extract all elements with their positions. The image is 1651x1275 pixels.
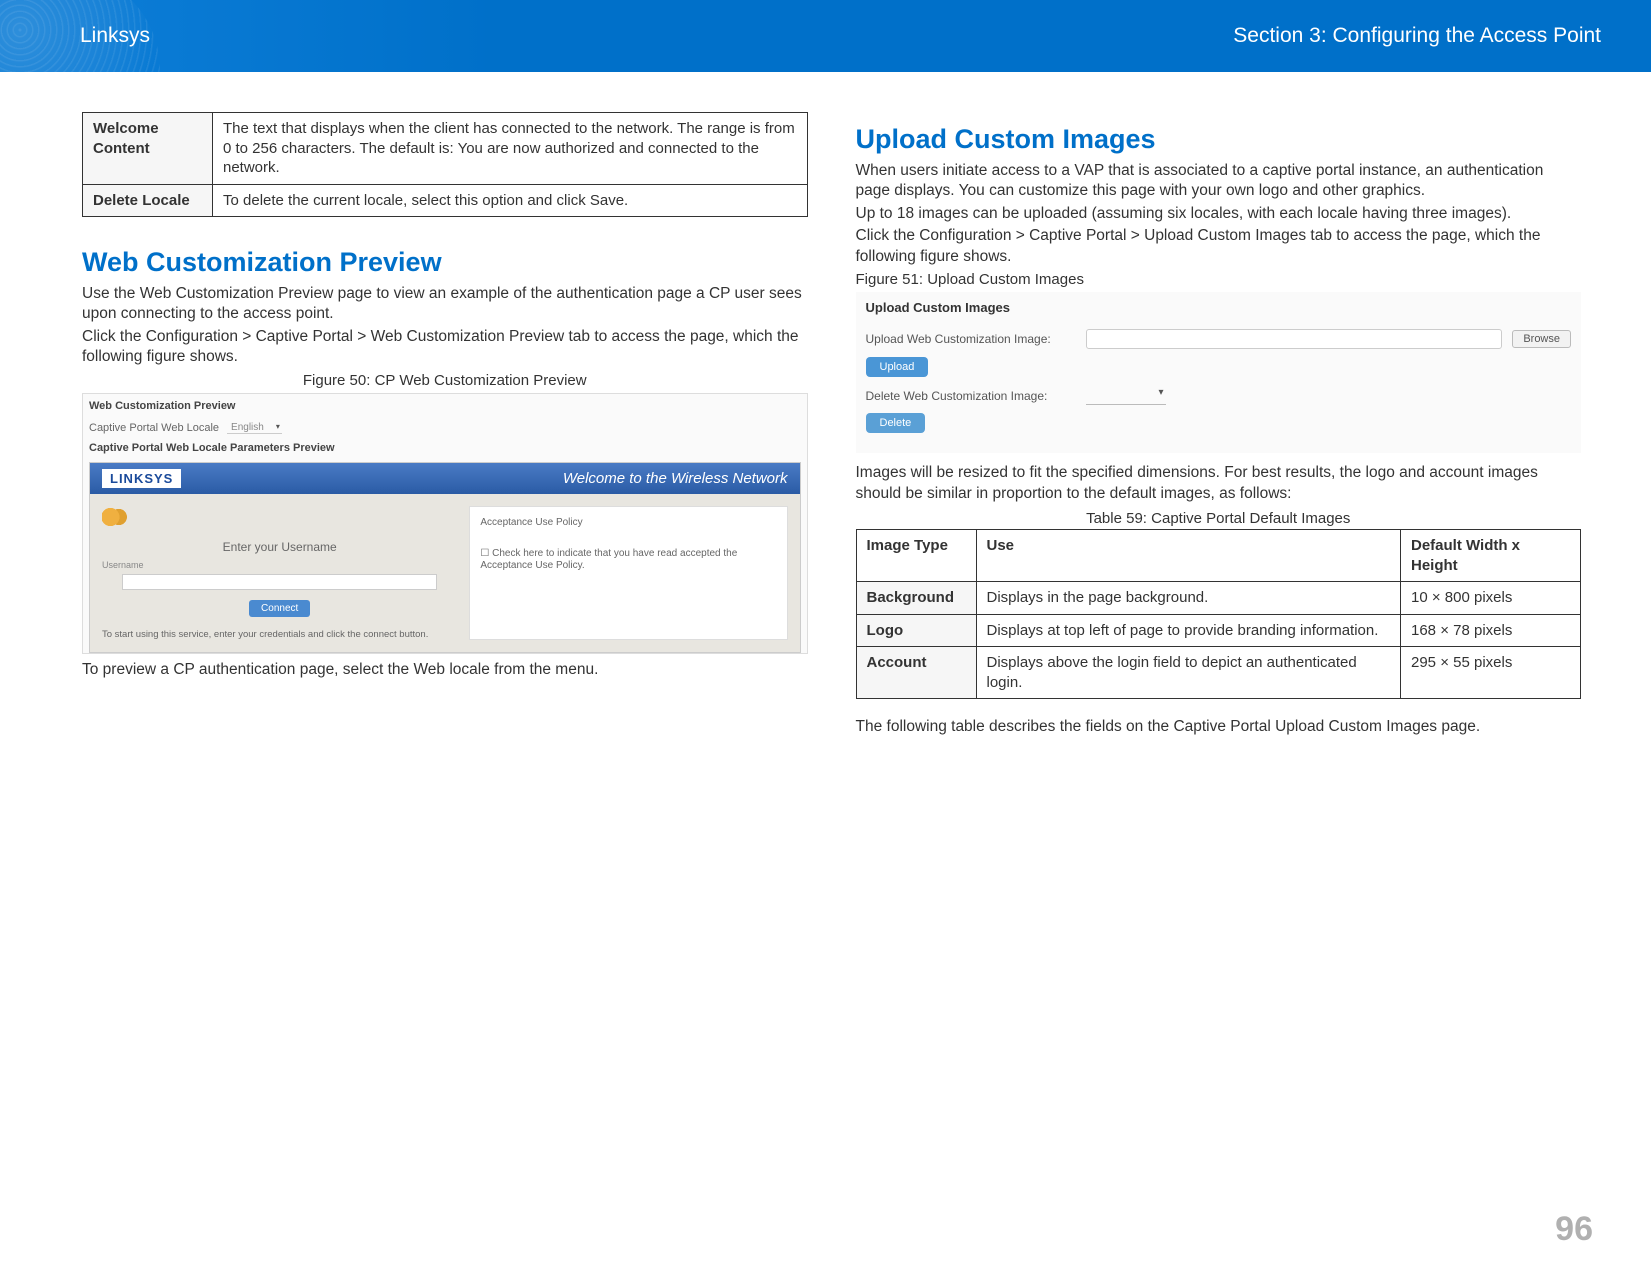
figure-caption: Figure 50: CP Web Customization Preview: [82, 372, 808, 389]
upload-label: Upload Web Customization Image:: [866, 332, 1076, 346]
table-row: Logo Displays at top left of page to pro…: [856, 614, 1581, 647]
cell-use: Displays above the login field to depict…: [976, 647, 1401, 699]
linksys-logo: LINKSYS: [102, 469, 181, 488]
preview-pane: LINKSYS Welcome to the Wireless Network …: [89, 462, 801, 653]
table-header-row: Image Type Use Default Width x Height: [856, 530, 1581, 582]
delete-row: Delete Web Customization Image:: [866, 387, 1572, 405]
account-icon: [102, 506, 130, 528]
delete-select[interactable]: [1086, 387, 1166, 405]
locale-select[interactable]: English: [227, 422, 282, 434]
username-input[interactable]: [122, 574, 437, 590]
delete-button[interactable]: Delete: [866, 413, 926, 433]
locale-row: Captive Portal Web Locale English: [89, 422, 801, 434]
body-text: Use the Web Customization Preview page t…: [82, 284, 808, 325]
body-text: Up to 18 images can be uploaded (assumin…: [856, 204, 1582, 224]
brand-name: Linksys: [80, 24, 150, 48]
welcome-banner: Welcome to the Wireless Network: [563, 470, 788, 487]
table-caption: Table 59: Captive Portal Default Images: [856, 510, 1582, 527]
definitions-table: Welcome Content The text that displays w…: [82, 112, 808, 217]
cell-dim: 168 × 78 pixels: [1401, 614, 1581, 647]
cell-type: Account: [856, 647, 976, 699]
policy-checkbox-label[interactable]: Check here to indicate that you have rea…: [480, 548, 776, 572]
section-heading-web-preview: Web Customization Preview: [82, 247, 808, 278]
col-use: Use: [976, 530, 1401, 582]
right-column: Upload Custom Images When users initiate…: [856, 112, 1582, 740]
cell-use: Displays in the page background.: [976, 582, 1401, 615]
body-text: When users initiate access to a VAP that…: [856, 161, 1582, 202]
def-text: To delete the current locale, select thi…: [213, 184, 808, 217]
cell-use: Displays at top left of page to provide …: [976, 614, 1401, 647]
section-title: Section 3: Configuring the Access Point: [1233, 24, 1601, 48]
figure-screenshot-upload: Upload Custom Images Upload Web Customiz…: [856, 292, 1582, 453]
def-text: The text that displays when the client h…: [213, 113, 808, 185]
upload-row: Upload Web Customization Image: Browse: [866, 329, 1572, 349]
connect-button[interactable]: Connect: [249, 600, 310, 617]
instruction-text: To start using this service, enter your …: [102, 629, 457, 640]
preview-right-pane: Acceptance Use Policy Check here to indi…: [469, 506, 787, 640]
table-row: Delete Locale To delete the current loca…: [83, 184, 808, 217]
figure-caption: Figure 51: Upload Custom Images: [856, 271, 1582, 288]
page-body: Welcome Content The text that displays w…: [0, 72, 1651, 760]
figure-screenshot-preview: Web Customization Preview Captive Portal…: [82, 393, 808, 654]
locale-label: Captive Portal Web Locale: [89, 422, 219, 434]
table-row: Welcome Content The text that displays w…: [83, 113, 808, 185]
cell-dim: 295 × 55 pixels: [1401, 647, 1581, 699]
cell-type: Background: [856, 582, 976, 615]
username-label: Username: [102, 560, 457, 570]
default-images-table: Image Type Use Default Width x Height Ba…: [856, 529, 1582, 699]
upload-button[interactable]: Upload: [866, 357, 929, 377]
def-label: Delete Locale: [83, 184, 213, 217]
enter-username-label: Enter your Username: [102, 540, 457, 554]
preview-header-bar: LINKSYS Welcome to the Wireless Network: [90, 463, 800, 494]
body-text: Click the Configuration > Captive Portal…: [82, 327, 808, 368]
params-label: Captive Portal Web Locale Parameters Pre…: [89, 442, 801, 454]
cell-dim: 10 × 800 pixels: [1401, 582, 1581, 615]
preview-main: Enter your Username Username Connect To …: [90, 494, 800, 652]
page-header: Linksys Section 3: Configuring the Acces…: [0, 0, 1651, 72]
def-label: Welcome Content: [83, 113, 213, 185]
screenshot-title: Web Customization Preview: [89, 400, 801, 412]
col-image-type: Image Type: [856, 530, 976, 582]
table-row: Background Displays in the page backgrou…: [856, 582, 1581, 615]
left-column: Welcome Content The text that displays w…: [82, 112, 808, 740]
body-text: Images will be resized to fit the specif…: [856, 463, 1582, 504]
screenshot-title: Upload Custom Images: [866, 300, 1572, 315]
body-text: The following table describes the fields…: [856, 717, 1582, 737]
policy-title: Acceptance Use Policy: [480, 517, 776, 528]
section-heading-upload-images: Upload Custom Images: [856, 124, 1582, 155]
cell-type: Logo: [856, 614, 976, 647]
col-dimensions: Default Width x Height: [1401, 530, 1581, 582]
browse-button[interactable]: Browse: [1512, 330, 1571, 348]
upload-file-field[interactable]: [1086, 329, 1503, 349]
table-row: Account Displays above the login field t…: [856, 647, 1581, 699]
delete-label: Delete Web Customization Image:: [866, 389, 1076, 403]
body-text: Click the Configuration > Captive Portal…: [856, 226, 1582, 267]
page-number: 96: [1555, 1210, 1593, 1249]
preview-left-pane: Enter your Username Username Connect To …: [90, 494, 469, 652]
body-text: To preview a CP authentication page, sel…: [82, 660, 808, 680]
